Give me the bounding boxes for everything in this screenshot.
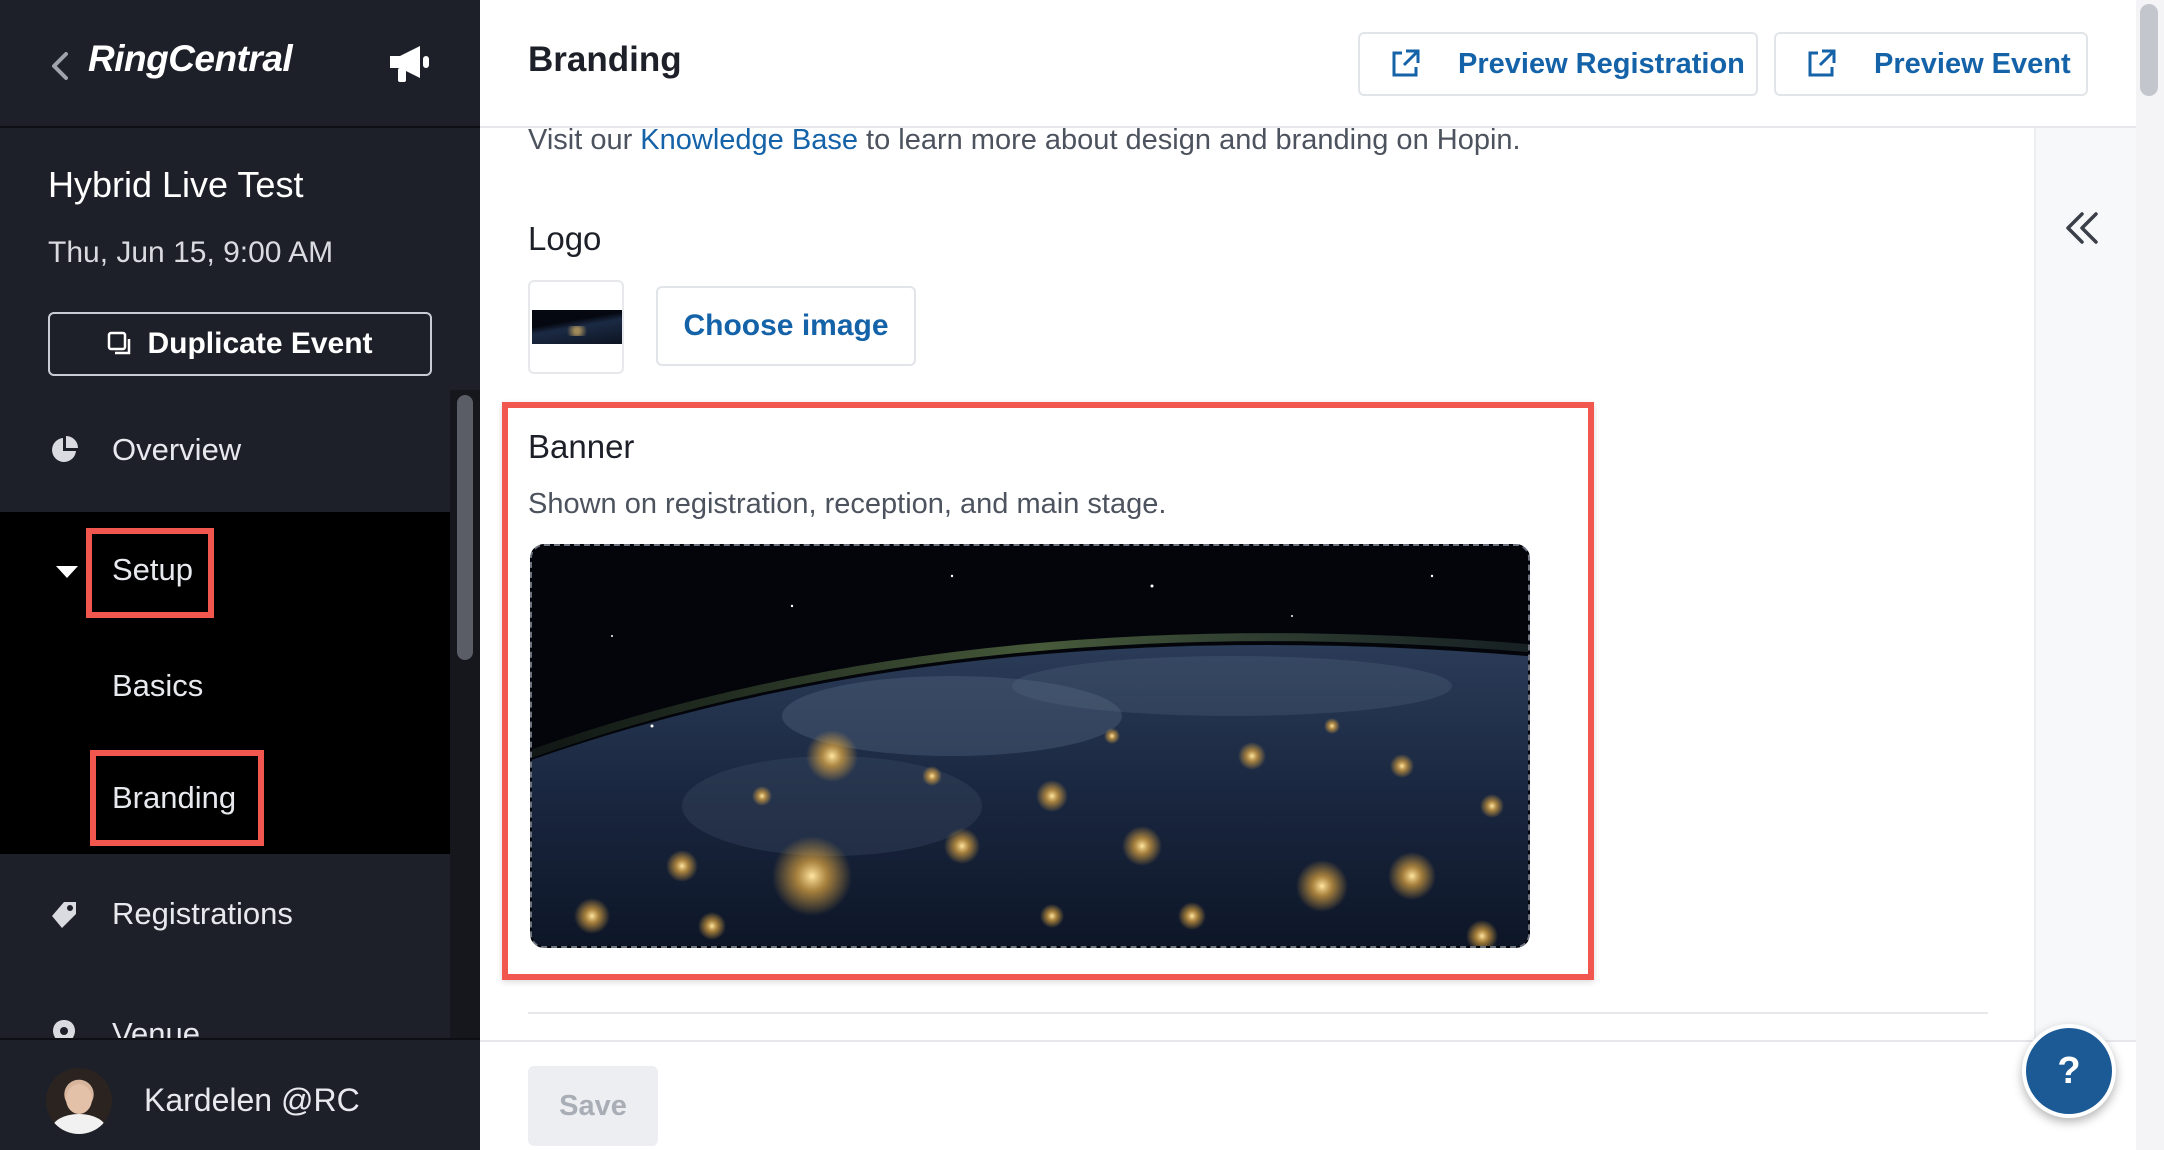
knowledge-base-text: Visit our Knowledge Base to learn more a… (528, 124, 1521, 157)
brand-logo: RingCentral (88, 38, 293, 79)
page-header: Branding Preview Registration Preview Ev… (480, 0, 2136, 128)
external-link-icon (1808, 49, 1836, 77)
preview-event-label: Preview Event (1874, 47, 2071, 80)
sidebar-item-setup[interactable]: Setup (0, 540, 450, 600)
copy-icon (108, 331, 131, 355)
sidebar-header: RingCentral (0, 0, 480, 128)
page-scroll-thumb[interactable] (2140, 4, 2158, 96)
banner-image[interactable] (530, 544, 1530, 948)
duplicate-event-button[interactable]: Duplicate Event (48, 312, 432, 376)
avatar-face (66, 1084, 92, 1114)
footer-bar: Save (480, 1040, 2136, 1150)
megaphone-icon[interactable] (384, 40, 434, 86)
page-scrollbar[interactable] (2136, 0, 2164, 1150)
sidebar-item-basics[interactable]: Basics (0, 656, 450, 716)
banner-description: Shown on registration, reception, and ma… (528, 488, 1167, 520)
avatar-shirt (52, 1114, 106, 1134)
section-divider (528, 1012, 1988, 1014)
sidebar-item-overview[interactable]: Overview (0, 420, 450, 480)
kb-suffix: to learn more about design and branding … (857, 124, 1521, 156)
chevrons-left-icon[interactable] (2062, 210, 2102, 246)
event-date: Thu, Jun 15, 9:00 AM (48, 236, 334, 269)
caret-down-icon (56, 566, 78, 578)
tag-icon (52, 902, 76, 928)
logo-thumbnail (528, 280, 624, 374)
sidebar-item-registrations[interactable]: Registrations (0, 884, 450, 944)
banner-label: Banner (528, 428, 635, 465)
logo-image (532, 310, 622, 344)
sidebar-item-label: Overview (112, 432, 242, 467)
chevron-left-icon[interactable] (46, 46, 74, 86)
pie-chart-icon (52, 436, 78, 462)
event-title: Hybrid Live Test (48, 164, 304, 205)
preview-event-button[interactable]: Preview Event (1774, 32, 2088, 96)
preview-registration-button[interactable]: Preview Registration (1358, 32, 1758, 96)
earth-at-night-image (532, 546, 1528, 946)
avatar[interactable] (46, 1068, 112, 1134)
knowledge-base-link[interactable]: Knowledge Base (640, 124, 858, 156)
right-rail (2034, 128, 2136, 1040)
help-button[interactable]: ? (2022, 1024, 2116, 1118)
sidebar-item-label: Registrations (112, 896, 293, 931)
external-link-icon (1392, 49, 1420, 77)
user-name: Kardelen @RC (144, 1082, 360, 1118)
save-button[interactable]: Save (528, 1066, 658, 1146)
page-title: Branding (528, 40, 682, 79)
kb-prefix: Visit our (528, 124, 641, 156)
duplicate-event-label: Duplicate Event (147, 327, 373, 360)
highlight-box-branding (90, 750, 264, 846)
choose-image-button[interactable]: Choose image (656, 286, 916, 366)
highlight-box-setup (86, 528, 214, 618)
preview-registration-label: Preview Registration (1458, 47, 1745, 80)
sidebar-item-label: Basics (112, 668, 204, 703)
sidebar: RingCentral Hybrid Live Test Thu, Jun 15… (0, 0, 480, 1150)
logo-label: Logo (528, 220, 602, 257)
main-panel: Branding Preview Registration Preview Ev… (480, 0, 2164, 1150)
sidebar-scroll-thumb[interactable] (457, 395, 473, 660)
